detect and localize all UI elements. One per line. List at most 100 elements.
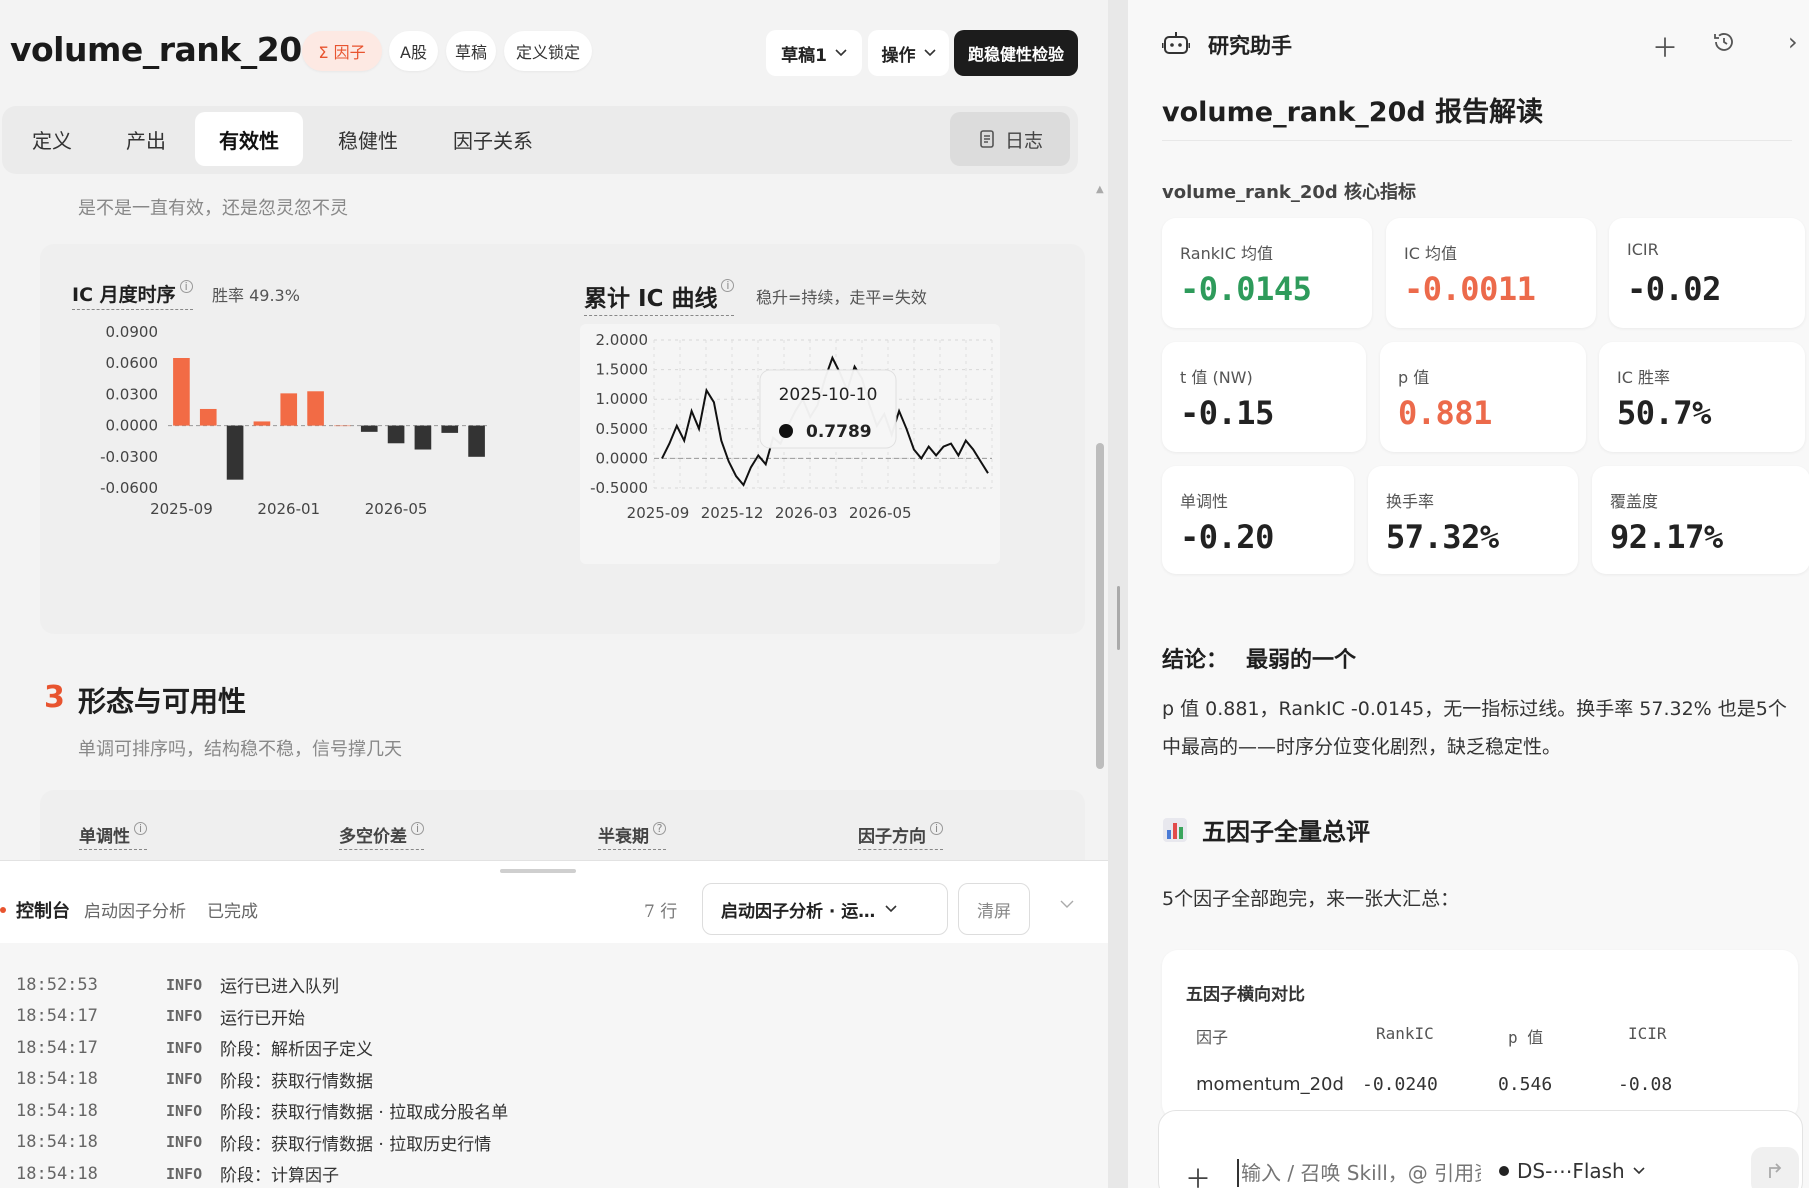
core-metrics-title: volume_rank_20d 核心指标 [1162,182,1417,203]
info-icon[interactable]: i [411,822,424,835]
section-subtitle: 单调可排序吗，结构稳不稳，信号撑几天 [78,739,402,760]
log-button[interactable]: 日志 [950,112,1070,166]
draft-version-select[interactable]: 草稿1 [766,30,862,76]
content-scrollbar[interactable] [1096,443,1104,769]
clear-console-button[interactable]: 清屏 [958,883,1030,935]
log-message: 阶段：获取行情数据 · 拉取历史行情 [220,1134,492,1155]
console-title: 控制台 [16,901,70,922]
info-icon[interactable]: i [179,280,193,293]
log-message: 阶段：获取行情数据 · 拉取成分股名单 [220,1103,509,1124]
info-icon[interactable]: i [930,822,943,835]
section-title: 形态与可用性 [78,685,247,718]
y-tick-label: 0.0000 [106,417,159,435]
log-line: 18:54:18 INFO 阶段：获取行情数据 [16,1064,508,1096]
metric-label: t 值 (NW) [1180,368,1253,387]
five-factor-title-text: 五因子全量总评 [1202,818,1370,846]
history-icon[interactable] [1712,30,1736,54]
cumulative-ic-title: 累计 IC 曲线i [584,279,735,316]
metric-card: 单调性 -0.20 [1162,466,1354,574]
help-icon[interactable]: ? [653,822,666,835]
model-name: DS-⋯Flash [1517,1159,1625,1183]
console-resize-handle[interactable] [500,869,576,873]
tab-robustness[interactable]: 稳健性 [322,112,414,166]
y-tick-label: -0.0300 [100,448,158,466]
five-factor-summary-intro: 5个因子全部跑完，来一张大汇总： [1162,888,1460,910]
market-badge: A股 [389,31,438,71]
conclusion-label: 结论： [1162,648,1229,673]
log-line: 18:52:53 INFO 运行已进入队列 [16,969,508,1001]
table-header-factor: 因子 [1196,1028,1229,1047]
metric-card: IC 均值 -0.0011 [1386,218,1596,328]
cumulative-ic-line-chart[interactable]: 2.0000 1.5000 1.0000 0.5000 0.0000 -0.5000 202… [580,324,1000,564]
chat-input[interactable] [1241,1157,1481,1188]
new-chat-plus-icon[interactable]: ＋ [1652,28,1678,65]
collapse-panel-chevron-icon[interactable]: › [1788,28,1798,56]
metric-value: -0.02 [1627,270,1721,308]
shape-metric-header-text: 半衰期 [598,827,649,847]
draft-version-label: 草稿1 [781,45,827,66]
ic-bar [253,421,271,426]
y-tick-label: 0.5000 [596,420,649,438]
metric-card: IC 胜率 50.7% [1599,342,1805,452]
info-icon[interactable]: i [721,279,735,292]
x-tick-label: 2025-09 [150,500,213,518]
ic-bar [334,425,351,427]
tab-output[interactable]: 产出 [110,112,182,166]
ic-monthly-bar-chart: 0.0900 0.0600 0.0300 0.0000 -0.0300 -0.0600 20… [100,323,490,518]
status-dot [0,907,6,913]
factor-header: volume_rank_20d Σ 因子 A股 草稿 定义锁定 草稿1 操作 跑… [0,0,1108,104]
x-tick-label: 2025-12 [701,504,764,522]
x-tick-label: 2026-05 [365,500,428,518]
log-time: 18:52:53 [16,974,98,995]
log-level: INFO [166,1007,203,1026]
log-time: 18:54:18 [16,1069,98,1090]
run-robustness-button[interactable]: 跑稳健性检验 [954,30,1078,76]
log-line: 18:54:17 INFO 阶段：解析因子定义 [16,1032,508,1064]
model-select[interactable]: DS-⋯Flash [1499,1159,1645,1183]
operations-label: 操作 [881,45,916,66]
shape-metric-header-text: 因子方向 [858,827,926,847]
tab-definition[interactable]: 定义 [16,112,88,166]
x-tick-label: 2025-09 [627,504,690,522]
metric-card: RankIC 均值 -0.0145 [1162,218,1372,328]
console-header: 控制台 启动因子分析 已完成 7 行 启动因子分析 · 运… 清屏 [0,861,1108,943]
tab-factor-relations[interactable]: 因子关系 [438,112,548,166]
ic-bar [226,425,244,480]
metric-label: 覆盖度 [1610,492,1659,511]
log-scroll-icon [980,130,994,148]
metric-value: 57.32% [1386,518,1499,556]
log-message: 阶段：获取行情数据 [220,1071,373,1092]
ic-monthly-title: IC 月度时序 i [72,280,193,310]
metric-card: t 值 (NW) -0.15 [1162,342,1366,452]
tab-effectiveness[interactable]: 有效性 [195,112,303,166]
metric-card: 换手率 57.32% [1368,466,1578,574]
assistant-header: 研究助手 ＋ › [1128,0,1809,88]
pane-resize-grip[interactable] [1117,586,1120,650]
metric-label: 单调性 [1180,492,1229,511]
chevron-down-icon [885,905,897,913]
ic-bar [280,393,298,426]
x-tick-label: 2026-05 [849,504,912,522]
shape-metric-header-text: 多空价差 [339,827,407,847]
send-button[interactable] [1751,1147,1799,1188]
console-run-select[interactable]: 启动因子分析 · 运… [702,883,948,935]
console-run-name: 启动因子分析 [84,902,186,922]
log-label: 日志 [1004,129,1043,152]
info-icon[interactable]: i [134,822,147,835]
scroll-up-arrow-icon[interactable]: ▲ [1096,184,1104,195]
y-tick-label: 1.0000 [596,390,649,408]
log-time: 18:54:17 [16,1006,98,1027]
log-time: 18:54:18 [16,1132,98,1153]
assistant-title: 研究助手 [1208,34,1292,58]
model-status-dot [1499,1166,1509,1176]
table-header-icir: ICIR [1628,1024,1667,1043]
operations-menu-button[interactable]: 操作 [868,30,949,76]
attach-plus-icon[interactable]: ＋ [1185,1159,1211,1188]
bar-chart-icon [1163,817,1187,842]
metric-label: 换手率 [1386,492,1435,511]
log-level: INFO [166,1070,203,1089]
effectiveness-content[interactable]: 是不是一直有效，还是忽灵忽不灵 IC 月度时序 i 胜率 49.3% 累计 IC … [0,180,1092,860]
metric-value: -0.0145 [1180,270,1312,308]
ic-bar [173,358,190,426]
collapse-console-icon[interactable] [1060,897,1074,913]
